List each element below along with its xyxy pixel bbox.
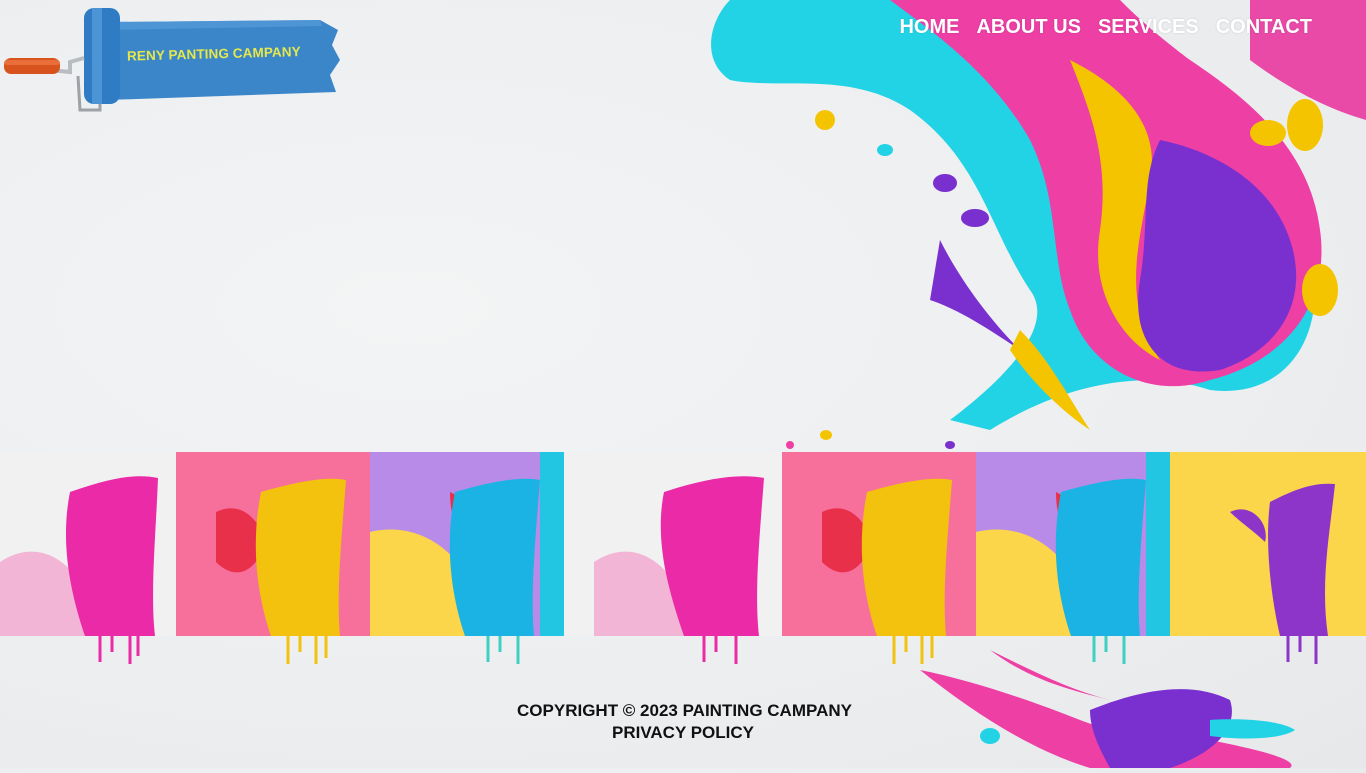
- copyright-text: COPYRIGHT © 2023 PAINTING CAMPANY: [517, 701, 852, 720]
- nav-about-link[interactable]: ABOUT US: [976, 16, 1080, 39]
- gallery-tile-3[interactable]: [370, 452, 564, 664]
- page-footer: COPYRIGHT © 2023 PAINTING CAMPANY PRIVAC…: [0, 700, 1366, 744]
- nav-home-link[interactable]: HOME: [899, 16, 959, 39]
- hero-paint-splash: [690, 0, 1366, 455]
- gallery-tile-4[interactable]: [564, 452, 782, 664]
- nav-contact-link[interactable]: CONTACT: [1216, 16, 1312, 39]
- main-nav: HOME ABOUT US SERVICES CONTACT: [899, 16, 1312, 39]
- gallery-tile-6[interactable]: [976, 452, 1170, 664]
- gallery-tile-2[interactable]: [176, 452, 370, 664]
- privacy-policy-link[interactable]: PRIVACY POLICY: [0, 722, 1366, 744]
- paint-gallery: [0, 452, 1366, 664]
- gallery-tile-7[interactable]: [1170, 452, 1366, 664]
- nav-services-link[interactable]: SERVICES: [1098, 16, 1199, 39]
- gallery-tile-1[interactable]: [0, 452, 176, 664]
- gallery-tile-5[interactable]: [782, 452, 976, 664]
- brand-logo[interactable]: RENY PANTING CAMPANY: [0, 0, 345, 115]
